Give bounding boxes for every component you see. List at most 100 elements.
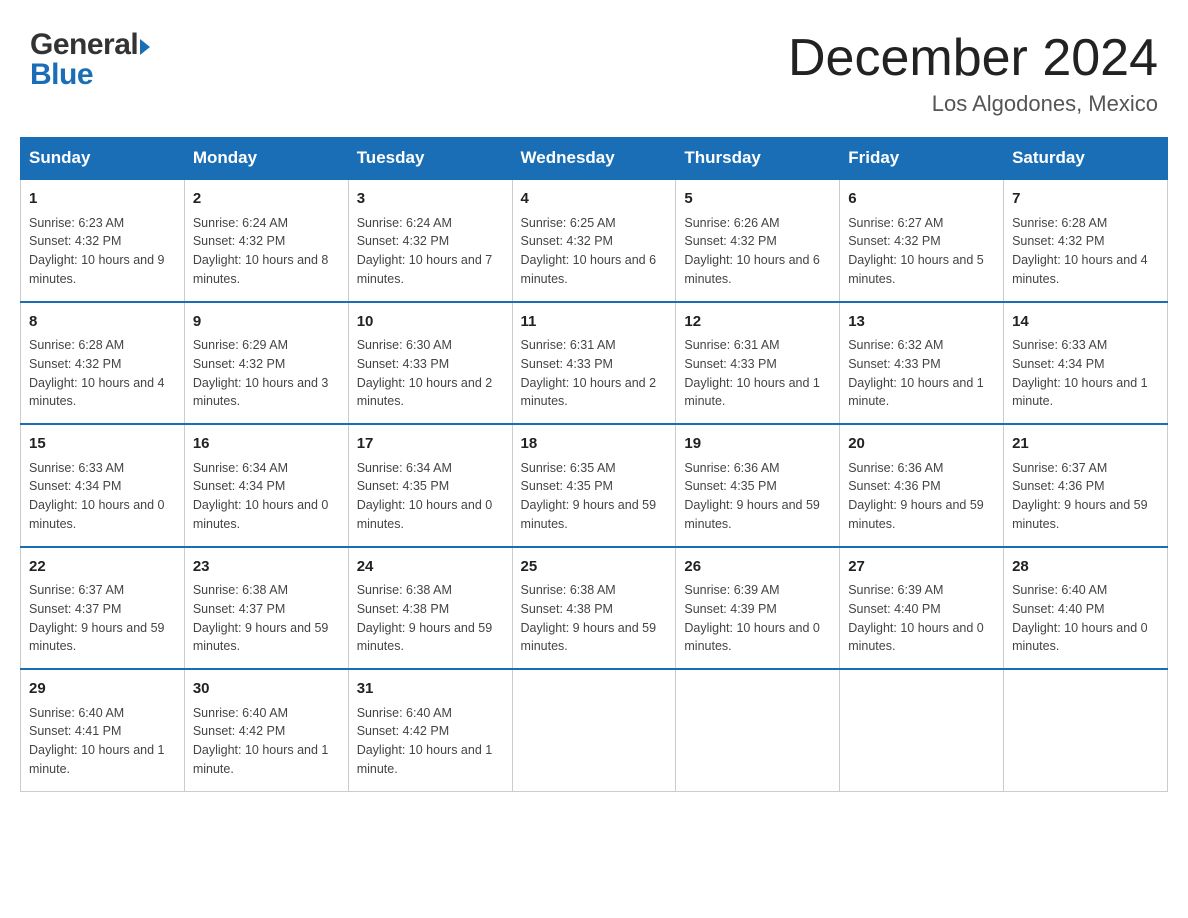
day-number: 19 bbox=[684, 433, 831, 456]
day-info: Sunrise: 6:35 AMSunset: 4:35 PMDaylight:… bbox=[521, 459, 668, 534]
day-info: Sunrise: 6:36 AMSunset: 4:35 PMDaylight:… bbox=[684, 459, 831, 534]
day-info: Sunrise: 6:30 AMSunset: 4:33 PMDaylight:… bbox=[357, 336, 504, 411]
day-number: 22 bbox=[29, 556, 176, 579]
calendar-header-row: SundayMondayTuesdayWednesdayThursdayFrid… bbox=[21, 138, 1168, 180]
calendar-cell: 1 Sunrise: 6:23 AMSunset: 4:32 PMDaylight… bbox=[21, 179, 185, 302]
day-info: Sunrise: 6:32 AMSunset: 4:33 PMDaylight:… bbox=[848, 336, 995, 411]
day-number: 1 bbox=[29, 188, 176, 211]
day-info: Sunrise: 6:38 AMSunset: 4:37 PMDaylight:… bbox=[193, 581, 340, 656]
day-number: 20 bbox=[848, 433, 995, 456]
day-info: Sunrise: 6:37 AMSunset: 4:37 PMDaylight:… bbox=[29, 581, 176, 656]
calendar-cell bbox=[512, 669, 676, 791]
day-number: 8 bbox=[29, 311, 176, 334]
day-info: Sunrise: 6:28 AMSunset: 4:32 PMDaylight:… bbox=[1012, 214, 1159, 289]
header-saturday: Saturday bbox=[1004, 138, 1168, 180]
header-friday: Friday bbox=[840, 138, 1004, 180]
day-info: Sunrise: 6:24 AMSunset: 4:32 PMDaylight:… bbox=[357, 214, 504, 289]
calendar-cell bbox=[1004, 669, 1168, 791]
day-info: Sunrise: 6:38 AMSunset: 4:38 PMDaylight:… bbox=[357, 581, 504, 656]
calendar-cell: 8Sunrise: 6:28 AMSunset: 4:32 PMDaylight… bbox=[21, 302, 185, 425]
day-number: 27 bbox=[848, 556, 995, 579]
week-row-3: 15 Sunrise: 6:33 AMSunset: 4:34 PMDayligh… bbox=[21, 424, 1168, 547]
calendar-cell: 3 Sunrise: 6:24 AMSunset: 4:32 PMDaylight… bbox=[348, 179, 512, 302]
header-thursday: Thursday bbox=[676, 138, 840, 180]
week-row-2: 8Sunrise: 6:28 AMSunset: 4:32 PMDaylight… bbox=[21, 302, 1168, 425]
calendar-table: SundayMondayTuesdayWednesdayThursdayFrid… bbox=[20, 137, 1168, 792]
day-info: Sunrise: 6:39 AMSunset: 4:40 PMDaylight:… bbox=[848, 581, 995, 656]
calendar-cell: 10Sunrise: 6:30 AMSunset: 4:33 PMDayligh… bbox=[348, 302, 512, 425]
logo: General Blue bbox=[30, 30, 150, 90]
calendar-cell: 6Sunrise: 6:27 AMSunset: 4:32 PMDaylight… bbox=[840, 179, 1004, 302]
calendar-cell: 29Sunrise: 6:40 AMSunset: 4:41 PMDayligh… bbox=[21, 669, 185, 791]
calendar-cell: 28Sunrise: 6:40 AMSunset: 4:40 PMDayligh… bbox=[1004, 547, 1168, 670]
day-number: 15 bbox=[29, 433, 176, 456]
day-info: Sunrise: 6:40 AMSunset: 4:40 PMDaylight:… bbox=[1012, 581, 1159, 656]
day-number: 12 bbox=[684, 311, 831, 334]
calendar-cell: 21 Sunrise: 6:37 AMSunset: 4:36 PMDayligh… bbox=[1004, 424, 1168, 547]
calendar-cell: 13Sunrise: 6:32 AMSunset: 4:33 PMDayligh… bbox=[840, 302, 1004, 425]
day-number: 23 bbox=[193, 556, 340, 579]
day-info: Sunrise: 6:34 AMSunset: 4:34 PMDaylight:… bbox=[193, 459, 340, 534]
calendar-cell: 23Sunrise: 6:38 AMSunset: 4:37 PMDayligh… bbox=[184, 547, 348, 670]
day-info: Sunrise: 6:39 AMSunset: 4:39 PMDaylight:… bbox=[684, 581, 831, 656]
day-number: 14 bbox=[1012, 311, 1159, 334]
calendar-cell: 5 Sunrise: 6:26 AMSunset: 4:32 PMDaylight… bbox=[676, 179, 840, 302]
month-year-title: December 2024 bbox=[788, 30, 1158, 87]
day-info: Sunrise: 6:37 AMSunset: 4:36 PMDaylight:… bbox=[1012, 459, 1159, 534]
calendar-cell: 18 Sunrise: 6:35 AMSunset: 4:35 PMDayligh… bbox=[512, 424, 676, 547]
header-wednesday: Wednesday bbox=[512, 138, 676, 180]
day-info: Sunrise: 6:23 AMSunset: 4:32 PMDaylight:… bbox=[29, 214, 176, 289]
calendar-cell: 31 Sunrise: 6:40 AMSunset: 4:42 PMDayligh… bbox=[348, 669, 512, 791]
day-number: 7 bbox=[1012, 188, 1159, 211]
calendar-cell: 30Sunrise: 6:40 AMSunset: 4:42 PMDayligh… bbox=[184, 669, 348, 791]
calendar-cell: 7 Sunrise: 6:28 AMSunset: 4:32 PMDaylight… bbox=[1004, 179, 1168, 302]
calendar-cell: 25Sunrise: 6:38 AMSunset: 4:38 PMDayligh… bbox=[512, 547, 676, 670]
calendar-cell bbox=[840, 669, 1004, 791]
day-number: 18 bbox=[521, 433, 668, 456]
day-number: 31 bbox=[357, 678, 504, 701]
day-number: 9 bbox=[193, 311, 340, 334]
title-block: December 2024 Los Algodones, Mexico bbox=[788, 30, 1158, 117]
day-info: Sunrise: 6:33 AMSunset: 4:34 PMDaylight:… bbox=[29, 459, 176, 534]
day-info: Sunrise: 6:40 AMSunset: 4:42 PMDaylight:… bbox=[193, 704, 340, 779]
day-number: 28 bbox=[1012, 556, 1159, 579]
day-number: 3 bbox=[357, 188, 504, 211]
day-info: Sunrise: 6:33 AMSunset: 4:34 PMDaylight:… bbox=[1012, 336, 1159, 411]
day-number: 6 bbox=[848, 188, 995, 211]
calendar-cell: 11Sunrise: 6:31 AMSunset: 4:33 PMDayligh… bbox=[512, 302, 676, 425]
day-info: Sunrise: 6:28 AMSunset: 4:32 PMDaylight:… bbox=[29, 336, 176, 411]
day-info: Sunrise: 6:26 AMSunset: 4:32 PMDaylight:… bbox=[684, 214, 831, 289]
day-info: Sunrise: 6:31 AMSunset: 4:33 PMDaylight:… bbox=[684, 336, 831, 411]
day-info: Sunrise: 6:25 AMSunset: 4:32 PMDaylight:… bbox=[521, 214, 668, 289]
day-info: Sunrise: 6:29 AMSunset: 4:32 PMDaylight:… bbox=[193, 336, 340, 411]
day-number: 17 bbox=[357, 433, 504, 456]
week-row-1: 1 Sunrise: 6:23 AMSunset: 4:32 PMDaylight… bbox=[21, 179, 1168, 302]
day-number: 2 bbox=[193, 188, 340, 211]
calendar-cell bbox=[676, 669, 840, 791]
day-info: Sunrise: 6:40 AMSunset: 4:42 PMDaylight:… bbox=[357, 704, 504, 779]
day-info: Sunrise: 6:31 AMSunset: 4:33 PMDaylight:… bbox=[521, 336, 668, 411]
calendar-cell: 4Sunrise: 6:25 AMSunset: 4:32 PMDaylight… bbox=[512, 179, 676, 302]
day-number: 16 bbox=[193, 433, 340, 456]
day-number: 11 bbox=[521, 311, 668, 334]
day-number: 26 bbox=[684, 556, 831, 579]
header-monday: Monday bbox=[184, 138, 348, 180]
calendar-cell: 19 Sunrise: 6:36 AMSunset: 4:35 PMDayligh… bbox=[676, 424, 840, 547]
day-number: 10 bbox=[357, 311, 504, 334]
day-number: 21 bbox=[1012, 433, 1159, 456]
page-header: General Blue December 2024 Los Algodones… bbox=[20, 20, 1168, 117]
calendar-cell: 17Sunrise: 6:34 AMSunset: 4:35 PMDayligh… bbox=[348, 424, 512, 547]
day-info: Sunrise: 6:36 AMSunset: 4:36 PMDaylight:… bbox=[848, 459, 995, 534]
calendar-cell: 12Sunrise: 6:31 AMSunset: 4:33 PMDayligh… bbox=[676, 302, 840, 425]
day-info: Sunrise: 6:40 AMSunset: 4:41 PMDaylight:… bbox=[29, 704, 176, 779]
week-row-4: 22Sunrise: 6:37 AMSunset: 4:37 PMDayligh… bbox=[21, 547, 1168, 670]
day-number: 24 bbox=[357, 556, 504, 579]
day-number: 5 bbox=[684, 188, 831, 211]
logo-blue-text: Blue bbox=[30, 60, 150, 90]
header-sunday: Sunday bbox=[21, 138, 185, 180]
calendar-cell: 14Sunrise: 6:33 AMSunset: 4:34 PMDayligh… bbox=[1004, 302, 1168, 425]
calendar-cell: 2Sunrise: 6:24 AMSunset: 4:32 PMDaylight… bbox=[184, 179, 348, 302]
logo-general-text: General bbox=[30, 30, 138, 60]
calendar-cell: 27Sunrise: 6:39 AMSunset: 4:40 PMDayligh… bbox=[840, 547, 1004, 670]
calendar-cell: 22Sunrise: 6:37 AMSunset: 4:37 PMDayligh… bbox=[21, 547, 185, 670]
